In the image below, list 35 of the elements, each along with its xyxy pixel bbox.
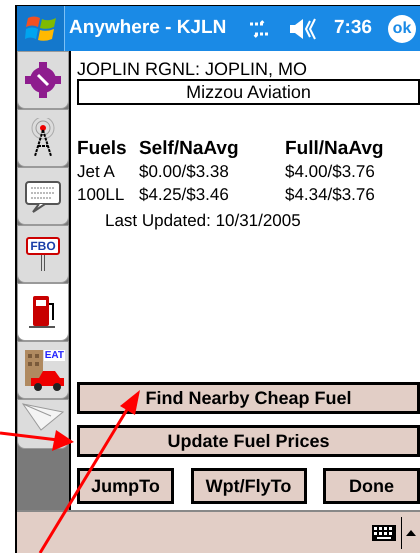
action-button[interactable]: Update Fuel Prices — [77, 425, 420, 457]
waypoint-tab[interactable] — [17, 51, 69, 109]
table-cell-text: $0.00/$3.38 — [139, 161, 230, 183]
fuel-tab[interactable] — [17, 283, 69, 341]
action-button[interactable]: Find Nearby Cheap Fuel — [77, 382, 420, 414]
start-button[interactable] — [17, 6, 65, 51]
message-tab[interactable] — [17, 167, 69, 225]
column-header: Full/NaAvg — [285, 137, 385, 160]
column-header: Fuels — [77, 137, 128, 160]
window-title: Anywhere - KJLN — [69, 16, 226, 40]
food-tab[interactable]: EAT — [17, 341, 69, 399]
fbo-tab[interactable]: FBO — [17, 225, 69, 283]
action-button[interactable]: Done — [323, 468, 420, 504]
airport-name: JOPLIN RGNL: JOPLIN, MO — [77, 59, 308, 79]
sign-post-icon — [41, 255, 45, 271]
table-cell-text: $4.00/$3.76 — [285, 161, 376, 183]
ok-button[interactable]: ok — [388, 14, 416, 42]
action-button[interactable]: JumpTo — [77, 468, 174, 504]
last-updated-text: Last Updated: 10/31/2005 — [105, 210, 302, 232]
caret-up-icon[interactable] — [406, 528, 416, 536]
eat-sign-label: EAT — [44, 350, 65, 361]
table-cell-text: 100LL — [77, 184, 126, 206]
speaker-icon[interactable] — [288, 16, 318, 40]
table-cell-text: Jet A — [77, 161, 116, 183]
table-cell-text: $4.25/$3.46 — [139, 184, 230, 206]
action-button[interactable]: Wpt/FlyTo — [190, 468, 306, 504]
keyboard-icon[interactable] — [371, 524, 397, 542]
table-cell-text: $4.34/$3.76 — [285, 184, 376, 206]
fbo-field[interactable]: Mizzou Aviation — [77, 79, 420, 105]
waypoint-icon — [23, 60, 63, 100]
windows-flag-icon — [24, 14, 56, 44]
fbo-sign-label: FBO — [26, 237, 60, 255]
radio-tab[interactable] — [17, 109, 69, 167]
column-header: Self/NaAvg — [139, 137, 240, 160]
clock[interactable]: 7:36 — [334, 14, 372, 43]
